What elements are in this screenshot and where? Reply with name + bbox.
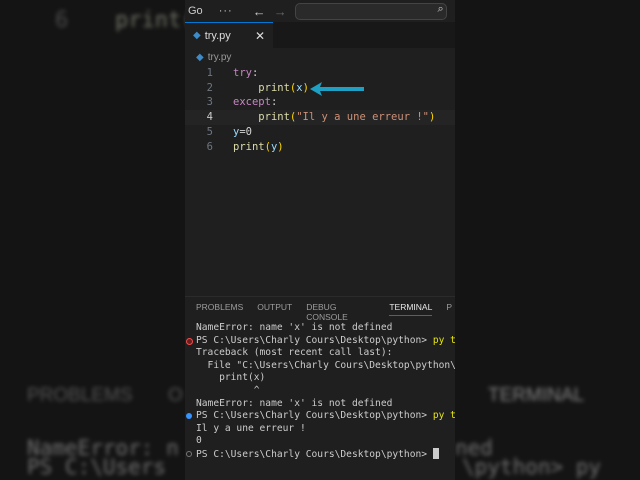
python-file-icon: ◆	[196, 51, 204, 63]
bg-text: PROBLEMS	[27, 385, 133, 406]
annotation-arrow-icon	[310, 82, 364, 96]
bg-text: 6	[55, 8, 69, 33]
line-number: 6	[206, 140, 213, 153]
code-token: print	[258, 81, 290, 94]
prompt: PS C:\Users\Charly Cours\Desktop\python>	[196, 410, 433, 422]
code-token: =0	[239, 125, 252, 138]
tab-problems[interactable]: PROBLEMS	[196, 299, 243, 319]
terminal-output[interactable]: NameError: name 'x' is not defined PS C:…	[185, 322, 455, 461]
breadcrumb[interactable]: ◆ try.py	[185, 48, 455, 66]
forward-arrow-icon[interactable]: →	[274, 4, 287, 19]
close-icon[interactable]: ✕	[255, 29, 265, 43]
line-number: 5	[206, 125, 213, 138]
bg-text: TERMINAL	[488, 385, 585, 406]
code-token: :	[270, 96, 278, 109]
code-line[interactable]: 3 except:	[185, 95, 455, 110]
terminal-line: print(x)	[196, 372, 266, 384]
code-token: try	[233, 67, 252, 79]
code-token: )	[429, 111, 436, 124]
tab-ports[interactable]: P	[446, 299, 452, 319]
vscode-window: Go ··· ← → ⌕ ◆ try.py ✕ ◆ try.py 1 try:2 …	[185, 0, 455, 480]
code-token: except	[233, 96, 271, 109]
line-number: 2	[206, 81, 213, 94]
terminal-line: Traceback (most recent call last):	[196, 347, 393, 359]
tab-try-py[interactable]: ◆ try.py ✕	[185, 22, 273, 48]
breadcrumb-file: try.py	[207, 51, 232, 63]
menu-go[interactable]: Go	[188, 5, 203, 17]
search-icon: ⌕	[437, 2, 444, 15]
tab-terminal[interactable]: TERMINAL	[389, 299, 433, 316]
prompt: PS C:\Users\Charly Cours\Desktop\python>	[196, 448, 433, 460]
bg-text: print(	[115, 8, 195, 33]
panel-tabs: PROBLEMS OUTPUT DEBUG CONSOLE TERMINAL P	[185, 296, 455, 322]
bg-text: \python> py	[462, 455, 602, 479]
terminal-line: PS C:\Users\Charly Cours\Desktop\python>…	[185, 410, 455, 423]
idle-status-icon	[186, 450, 192, 457]
prompt: PS C:\Users\Charly Cours\Desktop\python>	[196, 334, 433, 346]
terminal-line: 0	[196, 435, 202, 447]
tab-label: try.py	[204, 29, 231, 42]
tab-debug-console[interactable]: DEBUG CONSOLE	[306, 299, 375, 322]
line-number: 4	[206, 111, 213, 124]
success-status-icon	[186, 413, 192, 420]
editor-tabs: ◆ try.py ✕	[185, 22, 455, 48]
bg-text: O	[168, 385, 183, 406]
command-search-input[interactable]: ⌕	[294, 2, 447, 20]
terminal-line: File "C:\Users\Charly Cours\Desktop\pyth…	[196, 359, 455, 371]
terminal-line: NameError: name 'x' is not defined	[196, 322, 393, 333]
terminal-line: NameError: name 'x' is not defined	[196, 397, 393, 409]
code-token: )	[277, 140, 284, 153]
code-line[interactable]: 4 print("Il y a une erreur !")	[185, 110, 455, 125]
command: py t	[432, 410, 455, 422]
line-number: 1	[206, 67, 213, 79]
code-line[interactable]: 6 print(y)	[185, 140, 455, 155]
code-line[interactable]: 1 try:	[185, 66, 455, 81]
more-menu-button[interactable]: ···	[219, 5, 233, 17]
tab-output[interactable]: OUTPUT	[257, 299, 292, 319]
command: py t	[432, 334, 455, 346]
code-token: "Il y a une erreur !"	[296, 111, 429, 124]
terminal-line: PS C:\Users\Charly Cours\Desktop\python>	[185, 447, 455, 461]
title-bar: Go ··· ← → ⌕	[185, 0, 455, 22]
code-token: print	[233, 140, 265, 153]
terminal-line: PS C:\Users\Charly Cours\Desktop\python>…	[185, 335, 455, 348]
terminal-cursor	[432, 447, 439, 459]
python-file-icon: ◆	[193, 30, 201, 41]
terminal-line: ^	[196, 384, 260, 396]
terminal-line: Il y a une erreur !	[196, 422, 306, 434]
error-status-icon	[186, 337, 193, 345]
bg-text: PS C:\Users	[27, 455, 167, 479]
back-arrow-icon[interactable]: ←	[253, 4, 266, 19]
line-number: 3	[206, 96, 213, 109]
code-token: :	[251, 67, 259, 79]
code-token: print	[258, 111, 290, 124]
code-line[interactable]: 5 y =0	[185, 125, 455, 140]
